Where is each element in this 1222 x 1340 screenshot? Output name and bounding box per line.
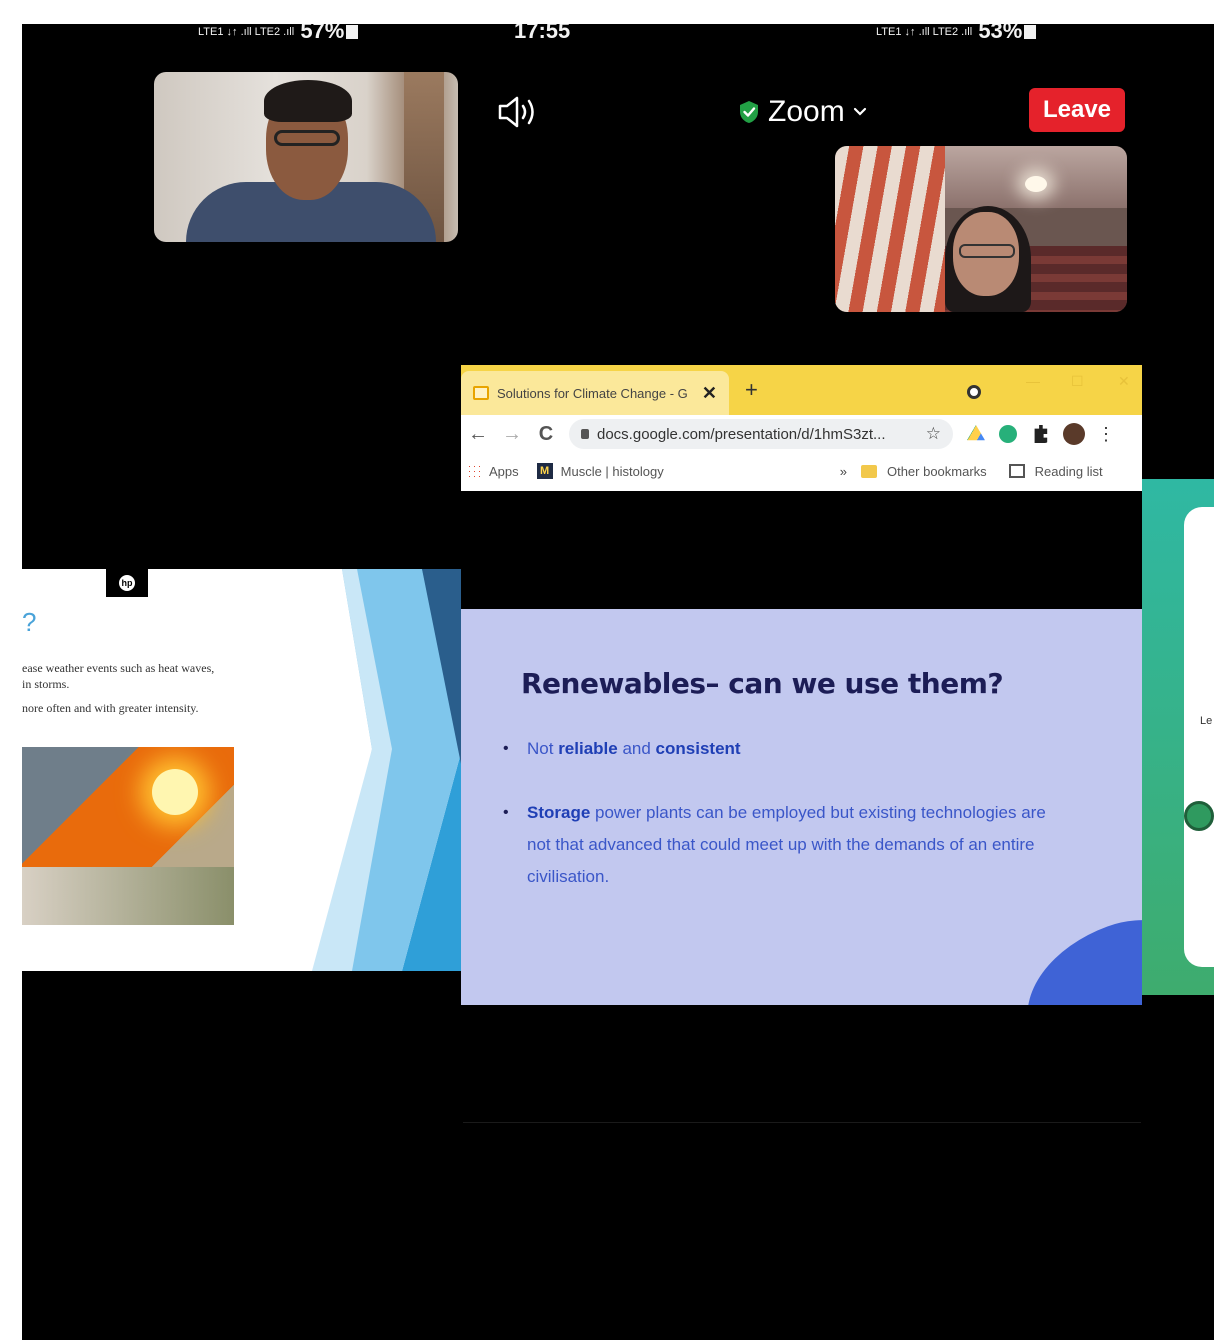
browser-toolbar: ← → C docs.google.com/presentation/d/1hm…	[461, 415, 1142, 453]
slide-text-fragment: Le	[1200, 715, 1213, 727]
status-bar-right: LTE1 ↓↑ .ıll LTE2 .ıll 53%	[876, 24, 1037, 43]
forward-arrow-icon[interactable]: →	[495, 423, 529, 446]
signal-text: LTE1 ↓↑ .ıll LTE2 .ıll	[876, 26, 973, 39]
video-background	[835, 146, 945, 312]
meeting-screen: LTE1 ↓↑ .ıll LTE2 .ıll 57% 17:55 LTE1 ↓↑…	[22, 24, 1214, 1340]
shared-browser-window: Solutions for Climate Change - G ✕ + — ☐…	[461, 365, 1142, 491]
address-text: docs.google.com/presentation/d/1hmS3zt..…	[597, 425, 886, 443]
meeting-title: Zoom	[768, 95, 845, 128]
bookmark-reading-list[interactable]: Reading list	[1035, 464, 1103, 479]
participant-hair	[264, 80, 352, 122]
more-bookmarks-icon[interactable]: »	[840, 464, 847, 479]
back-arrow-icon[interactable]: ←	[461, 423, 495, 446]
battery-text: 57%	[300, 24, 345, 43]
extension-icon[interactable]	[999, 425, 1017, 443]
slide-bullet-2: Storage power plants can be employed but…	[503, 797, 1047, 893]
status-bar-left: LTE1 ↓↑ .ıll LTE2 .ıll 57%	[198, 24, 359, 43]
speaker-button[interactable]	[496, 92, 542, 132]
reload-icon[interactable]: C	[529, 423, 563, 446]
slide-title: Renewables– can we use them?	[521, 667, 1004, 700]
signal-text: LTE1 ↓↑ .ıll LTE2 .ıll	[198, 26, 295, 39]
participant-video-1[interactable]	[154, 72, 458, 242]
close-icon[interactable]: ✕	[702, 383, 717, 404]
status-bar-center: 17:55	[514, 24, 570, 43]
hp-logo-icon: hp	[119, 575, 135, 591]
window-close-icon[interactable]: ✕	[1118, 373, 1130, 390]
maximize-icon[interactable]: ☐	[1071, 373, 1084, 390]
hp-badge: hp	[106, 569, 148, 597]
puzzle-icon[interactable]	[1034, 425, 1048, 443]
battery-icon	[346, 25, 359, 40]
bookmark-apps[interactable]: Apps	[489, 464, 519, 479]
next-slide-partial: Le	[1142, 479, 1214, 995]
sun-image	[152, 769, 198, 815]
slides-icon	[473, 386, 489, 400]
globe-icon	[1184, 801, 1214, 831]
bookmarks-bar: Apps M Muscle | histology » Other bookma…	[461, 453, 1142, 489]
participant-video-2[interactable]	[835, 146, 1127, 312]
bookmark-other[interactable]: Other bookmarks	[887, 464, 987, 479]
battery-text: 53%	[978, 24, 1023, 43]
tab-title: Solutions for Climate Change - G	[497, 385, 688, 401]
chevron-down-icon	[853, 107, 866, 116]
slide-bullet-1: Not reliable and consistent	[503, 733, 1047, 765]
previous-slide-partial: hp ? ease weather events such as heat wa…	[22, 569, 461, 971]
slide-card	[1184, 507, 1214, 967]
tab-strip: Solutions for Climate Change - G ✕ + — ☐…	[461, 365, 1142, 415]
avatar[interactable]	[1063, 423, 1085, 445]
drive-icon[interactable]	[967, 425, 985, 441]
shield-check-icon	[740, 101, 758, 123]
bookmark-favicon-icon: M	[536, 463, 553, 479]
address-bar[interactable]: docs.google.com/presentation/d/1hmS3zt..…	[569, 419, 953, 449]
drought-image	[22, 867, 234, 925]
star-icon[interactable]: ☆	[926, 424, 941, 444]
speaker-icon	[498, 96, 534, 128]
minimize-icon[interactable]: —	[1026, 373, 1040, 389]
bookmark-muscle-histology[interactable]: Muscle | histology	[561, 464, 664, 479]
participant-glasses	[959, 244, 1015, 258]
divider	[463, 1122, 1141, 1123]
climate-image-collage	[22, 747, 234, 925]
clock-text: 17:55	[514, 24, 571, 43]
battery-icon	[1024, 25, 1037, 40]
participant-glasses	[274, 130, 340, 146]
browser-tab[interactable]: Solutions for Climate Change - G ✕	[461, 371, 729, 415]
slide-heading-fragment: ?	[22, 607, 37, 637]
apps-grid-icon[interactable]	[467, 464, 481, 478]
slide-text-line: ease weather events such as heat waves,	[22, 661, 215, 675]
reading-list-icon	[1008, 464, 1025, 478]
meeting-title-dropdown[interactable]: Zoom	[738, 90, 867, 134]
new-tab-button[interactable]: +	[745, 377, 758, 403]
record-icon[interactable]	[967, 385, 981, 399]
slide-text-line: in storms.	[22, 677, 70, 691]
folder-icon	[860, 464, 877, 478]
lock-icon	[581, 429, 589, 439]
leave-button[interactable]: Leave	[1029, 88, 1125, 132]
video-lamp	[1025, 176, 1047, 192]
presentation-slide: Renewables– can we use them? Not reliabl…	[461, 609, 1142, 1005]
slide-decoration	[312, 569, 461, 971]
slide-decoration	[1005, 901, 1142, 1005]
kebab-menu-icon[interactable]: ⋮	[1097, 424, 1115, 445]
slide-text-line: nore often and with greater intensity.	[22, 701, 199, 715]
